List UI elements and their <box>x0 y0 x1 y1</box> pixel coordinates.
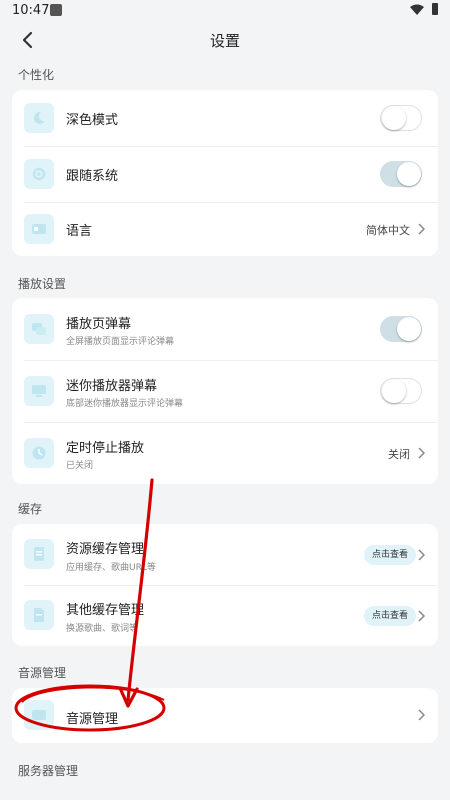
page-title: 设置 <box>209 32 240 50</box>
chevron-right-icon <box>418 447 426 459</box>
follow-system-label: 跟随系统 <box>66 169 119 184</box>
timer-icon <box>24 438 54 468</box>
toggle-knob <box>382 379 406 403</box>
source-manage-row[interactable]: 音源管理 <box>12 688 438 743</box>
settings-icon <box>24 159 54 189</box>
battery-icon <box>432 3 438 15</box>
monitor-icon <box>24 376 54 406</box>
follow-system-row[interactable]: 跟随系统 <box>12 146 438 202</box>
language-value: 简体中文 <box>366 224 410 237</box>
music-source-icon <box>24 700 54 730</box>
other-cache-subtitle: 换源歌曲、歌词等 <box>66 624 139 634</box>
sleep-timer-subtitle: 已关闭 <box>66 461 94 471</box>
mini-danmaku-row[interactable]: 迷你播放器弹幕 底部迷你播放器显示评论弹幕 <box>12 360 438 422</box>
source-card: 音源管理 <box>12 688 438 743</box>
chevron-right-icon <box>418 709 426 721</box>
notification-app-icon <box>50 4 62 16</box>
chevron-right-icon <box>418 610 426 622</box>
player-danmaku-row[interactable]: 播放页弹幕 全屏播放页面显示评论弹幕 <box>12 298 438 360</box>
resource-cache-row[interactable]: 资源缓存管理 应用缓存、歌曲URL等 点击查看 <box>12 524 438 585</box>
mini-danmaku-toggle[interactable] <box>380 378 422 404</box>
language-icon <box>24 214 54 244</box>
dark-mode-toggle[interactable] <box>380 105 422 131</box>
sleep-timer-label: 定时停止播放 <box>66 441 145 456</box>
resource-cache-view-button[interactable]: 点击查看 <box>363 545 416 565</box>
chevron-right-icon <box>418 549 426 561</box>
toggle-knob <box>397 317 421 341</box>
language-label: 语言 <box>66 224 93 239</box>
follow-system-toggle[interactable] <box>380 161 422 187</box>
mini-danmaku-subtitle: 底部迷你播放器显示评论弹幕 <box>66 399 184 409</box>
other-cache-view-button[interactable]: 点击查看 <box>363 606 416 626</box>
section-title-server: 服务器管理 <box>18 764 79 778</box>
mini-danmaku-label: 迷你播放器弹幕 <box>66 379 158 394</box>
personalization-card: 深色模式 跟随系统 语言 简体中文 <box>12 90 438 256</box>
sleep-timer-row[interactable]: 定时停止播放 已关闭 关闭 <box>12 422 438 484</box>
section-title-personalization: 个性化 <box>18 68 55 82</box>
document-icon <box>24 539 54 569</box>
source-manage-label: 音源管理 <box>66 712 119 727</box>
toggle-knob <box>397 162 421 186</box>
app-bar: 设置 <box>0 22 450 58</box>
dark-mode-label: 深色模式 <box>66 113 119 128</box>
section-title-cache: 缓存 <box>18 502 43 516</box>
section-title-playback: 播放设置 <box>18 277 67 291</box>
cache-card: 资源缓存管理 应用缓存、歌曲URL等 点击查看 其他缓存管理 换源歌曲、歌词等 … <box>12 524 438 646</box>
resource-cache-label: 资源缓存管理 <box>66 542 145 557</box>
wifi-icon <box>410 4 424 15</box>
moon-icon <box>24 103 54 133</box>
language-row[interactable]: 语言 简体中文 <box>12 202 438 256</box>
sleep-timer-value: 关闭 <box>388 448 410 461</box>
other-cache-row[interactable]: 其他缓存管理 换源歌曲、歌词等 点击查看 <box>12 585 438 646</box>
player-danmaku-toggle[interactable] <box>380 316 422 342</box>
status-time: 10:47 <box>12 3 50 18</box>
resource-cache-subtitle: 应用缓存、歌曲URL等 <box>66 563 156 573</box>
section-title-source: 音源管理 <box>18 666 67 680</box>
other-cache-label: 其他缓存管理 <box>66 603 145 618</box>
dark-mode-row[interactable]: 深色模式 <box>12 90 438 146</box>
playback-card: 播放页弹幕 全屏播放页面显示评论弹幕 迷你播放器弹幕 底部迷你播放器显示评论弹幕… <box>12 298 438 484</box>
player-danmaku-label: 播放页弹幕 <box>66 317 132 332</box>
player-danmaku-subtitle: 全屏播放页面显示评论弹幕 <box>66 337 175 347</box>
status-bar: 10:47 <box>0 0 450 22</box>
danmaku-icon <box>24 314 54 344</box>
file-icon <box>24 600 54 630</box>
chevron-right-icon <box>418 223 426 235</box>
toggle-knob <box>382 106 406 130</box>
